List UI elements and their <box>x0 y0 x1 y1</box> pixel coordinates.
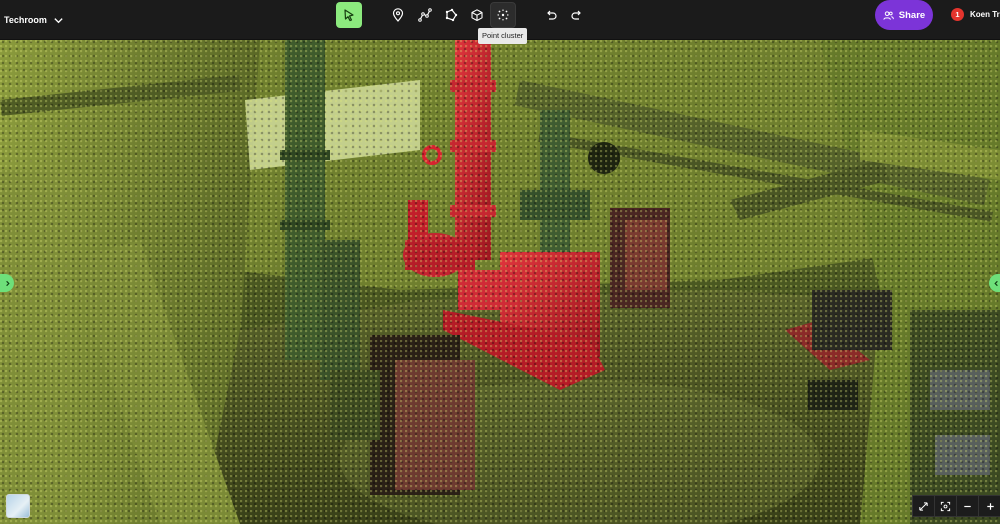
redo-button[interactable] <box>564 2 590 28</box>
minus-icon <box>964 505 971 507</box>
project-name: Techroom <box>4 15 47 25</box>
zoom-in-button[interactable] <box>979 496 1000 516</box>
box-tool-button[interactable] <box>464 2 490 28</box>
minimap-thumbnail[interactable] <box>6 494 30 518</box>
polygon-icon <box>445 8 458 22</box>
chevron-right-icon <box>5 280 10 286</box>
project-selector[interactable]: Techroom <box>4 8 64 32</box>
point-cluster-icon <box>497 9 509 21</box>
right-panel-toggle[interactable] <box>989 274 1000 292</box>
expand-icon <box>919 501 928 511</box>
point-cloud-scene <box>0 40 1000 524</box>
zoom-out-button[interactable] <box>957 496 979 516</box>
undo-icon <box>547 10 557 20</box>
polyline-tool-button[interactable] <box>412 2 438 28</box>
cube-icon <box>471 9 483 22</box>
users-icon <box>883 10 894 20</box>
select-tool-button[interactable] <box>336 2 362 28</box>
tooltip: Point cluster <box>478 28 528 44</box>
chevron-left-icon <box>993 280 998 286</box>
chevron-down-icon <box>54 17 63 23</box>
share-label: Share <box>898 9 926 21</box>
share-button[interactable]: Share <box>875 0 933 30</box>
point-cloud-viewport[interactable] <box>0 40 1000 524</box>
point-cluster-tool-button[interactable] <box>490 2 516 28</box>
redo-icon <box>571 10 581 20</box>
polyline-icon <box>418 8 432 22</box>
point-of-interest-tool-button[interactable] <box>385 2 411 28</box>
fullscreen-button[interactable] <box>913 496 935 516</box>
cursor-arrow-icon <box>344 9 354 22</box>
plus-icon <box>986 502 994 510</box>
user-menu[interactable]: 1 Koen Tru <box>951 8 1000 21</box>
map-pin-icon <box>392 8 404 22</box>
user-badge: 1 <box>951 8 964 21</box>
user-name: Koen Tru <box>970 10 1000 19</box>
fit-view-button[interactable] <box>935 496 957 516</box>
fit-view-icon <box>940 501 951 511</box>
undo-button[interactable] <box>538 2 564 28</box>
polygon-tool-button[interactable] <box>438 2 464 28</box>
view-controls <box>912 495 1000 517</box>
